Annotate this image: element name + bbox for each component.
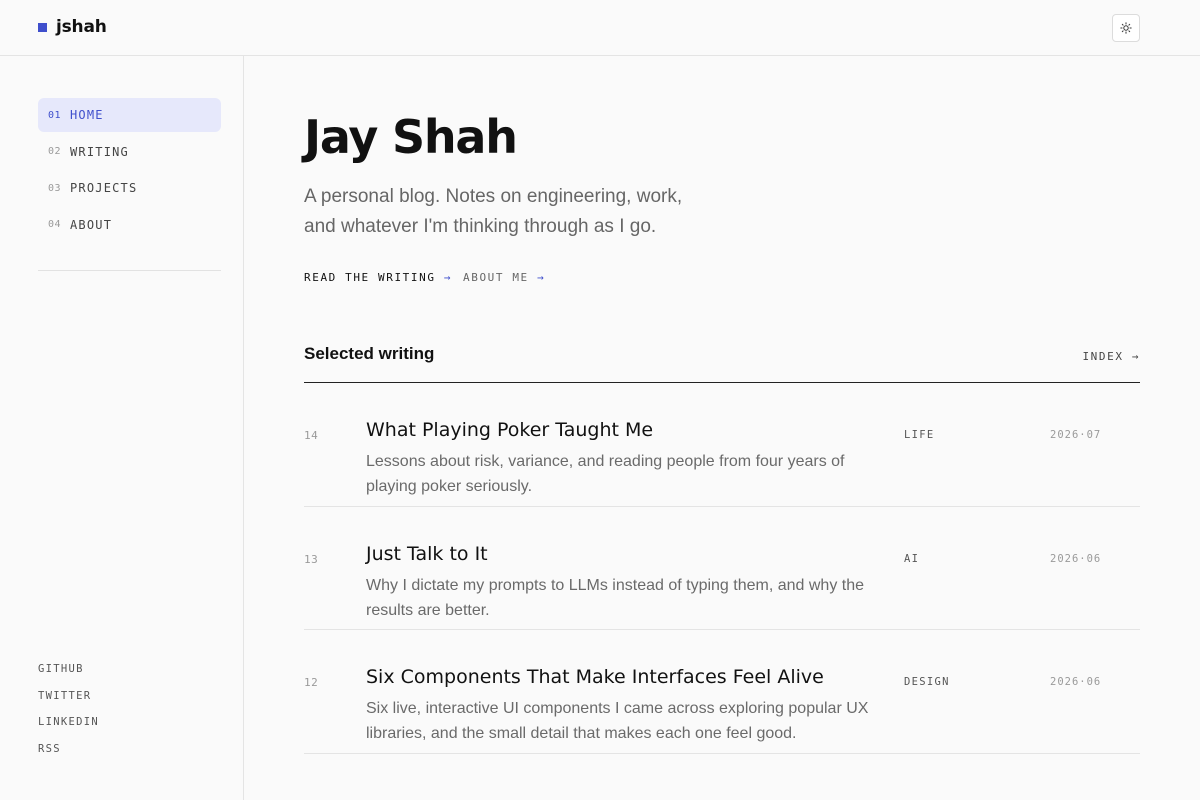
post-title[interactable]: What Playing Poker Taught Me	[366, 419, 653, 441]
arrow-right-icon: →	[443, 271, 453, 284]
brand-name: jshah	[56, 17, 107, 37]
post-description: Lessons about risk, variance, and readin…	[366, 453, 845, 495]
sidebar-item-writing[interactable]: 02 WRITING	[38, 135, 221, 169]
hero-subtitle: A personal blog. Notes on engineering, w…	[304, 186, 683, 237]
twitter-link[interactable]: TWITTER	[38, 690, 99, 717]
post-date: 2026·06	[1050, 552, 1102, 565]
post-item[interactable]: 14 What Playing Poker Taught Me Lessons …	[304, 383, 1140, 507]
cta-label: READ THE WRITING	[304, 271, 436, 284]
brand-square-icon	[38, 22, 47, 32]
top-bar: jshah	[0, 0, 1200, 56]
sidebar-item-about[interactable]: 04 ABOUT	[38, 208, 221, 242]
post-title[interactable]: Six Components That Make Interfaces Feel…	[366, 666, 824, 688]
rss-link[interactable]: RSS	[38, 743, 99, 770]
post-description: Six live, interactive UI components I ca…	[366, 700, 869, 742]
post-tag: AI	[904, 552, 920, 565]
cta-label: ABOUT ME	[463, 271, 529, 284]
post-item[interactable]: 13 Just Talk to It Why I dictate my prom…	[304, 507, 1140, 630]
post-list: 14 What Playing Poker Taught Me Lessons …	[304, 383, 1140, 754]
post-tag: DESIGN	[904, 676, 950, 688]
nav-label: HOME	[70, 108, 104, 122]
nav-number: 03	[48, 182, 62, 194]
sidebar-item-projects[interactable]: 03 PROJECTS	[38, 171, 221, 205]
arrow-right-icon: →	[537, 271, 546, 284]
nav-number: 01	[48, 109, 62, 121]
about-me-link[interactable]: ABOUT ME →	[463, 271, 545, 284]
page-title: Jay Shah	[304, 110, 518, 164]
sun-icon	[1120, 22, 1132, 34]
nav-number: 04	[48, 219, 62, 230]
brand-link[interactable]: jshah	[38, 17, 107, 37]
post-number: 14	[304, 429, 319, 442]
nav-label: ABOUT	[70, 217, 113, 232]
post-title[interactable]: Just Talk to It	[366, 543, 488, 565]
post-number: 12	[304, 676, 319, 689]
section-title: Selected writing	[304, 344, 435, 363]
post-item[interactable]: 12 Six Components That Make Interfaces F…	[304, 630, 1140, 754]
github-link[interactable]: GITHUB	[38, 663, 99, 690]
linkedin-link[interactable]: LINKEDIN	[38, 716, 99, 743]
sidebar: 01 HOME 02 WRITING 03 PROJECTS 04 ABOUT …	[0, 56, 244, 800]
post-date: 2026·06	[1050, 676, 1102, 688]
sidebar-item-home[interactable]: 01 HOME	[38, 98, 221, 132]
sidebar-nav: 01 HOME 02 WRITING 03 PROJECTS 04 ABOUT	[38, 98, 221, 244]
post-tag: LIFE	[904, 429, 935, 441]
nav-label: WRITING	[70, 144, 129, 159]
post-number: 13	[304, 552, 319, 566]
post-description: Why I dictate my prompts to LLMs instead…	[366, 576, 865, 619]
sidebar-divider	[38, 270, 221, 271]
nav-label: PROJECTS	[70, 181, 138, 195]
read-writing-link[interactable]: READ THE WRITING →	[304, 271, 452, 284]
index-link[interactable]: INDEX →	[1082, 350, 1140, 363]
social-links: GITHUB TWITTER LINKEDIN RSS	[38, 663, 99, 769]
nav-number: 02	[48, 146, 62, 157]
post-date: 2026·07	[1050, 429, 1102, 441]
theme-toggle-button[interactable]	[1112, 14, 1140, 42]
